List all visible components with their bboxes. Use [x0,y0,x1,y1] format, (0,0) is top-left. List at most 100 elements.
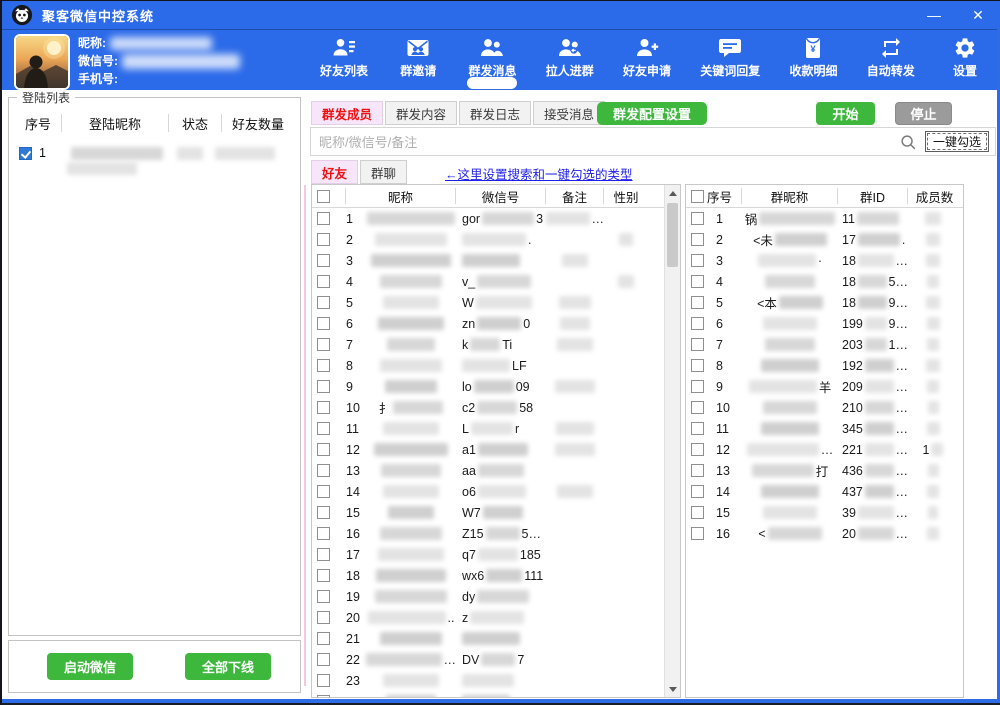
type-hint-link[interactable]: ←这里设置搜索和一键勾选的类型 [445,164,633,183]
friend-row-checkbox[interactable] [317,527,330,540]
friend-row-4[interactable]: 4v_ [312,271,680,292]
group-row-5[interactable]: 5<本189… [686,292,963,313]
group-row-checkbox[interactable] [691,380,704,393]
search-icon[interactable] [899,133,917,151]
friend-row-21[interactable]: 21 [312,628,680,649]
friend-row-checkbox[interactable] [317,317,330,330]
friend-row-checkbox[interactable] [317,464,330,477]
tab-mass-1[interactable]: 群发成员 [311,101,383,125]
friend-row-checkbox[interactable] [317,233,330,246]
search-input[interactable]: 昵称/微信号/备注 [319,132,417,151]
friend-row-checkbox[interactable] [317,212,330,225]
friend-row-checkbox[interactable] [317,653,330,666]
friend-row-23[interactable]: 23 [312,670,680,691]
nav-item-7[interactable]: ¥收款明细 [789,34,837,79]
group-row-checkbox[interactable] [691,254,704,267]
group-row-checkbox[interactable] [691,527,704,540]
subtab-type-2[interactable]: 群聊 [360,160,407,184]
friend-row-24[interactable]: 24 [312,691,680,698]
friends-scrollbar[interactable] [664,185,680,697]
friend-row-8[interactable]: 8LF [312,355,680,376]
nav-item-8[interactable]: 自动转发 [867,34,915,79]
group-row-8[interactable]: 8192… [686,355,963,376]
friend-row-checkbox[interactable] [317,548,330,561]
group-row-11[interactable]: 11345… [686,418,963,439]
scroll-down-icon[interactable] [665,681,680,697]
friend-row-checkbox[interactable] [317,485,330,498]
friend-row-checkbox[interactable] [317,569,330,582]
subtab-type-1[interactable]: 好友 [311,160,358,184]
friend-row-17[interactable]: 17q7185 [312,544,680,565]
friend-row-1[interactable]: 1gor3… [312,208,680,229]
group-row-10[interactable]: 10210… [686,397,963,418]
friend-row-12[interactable]: 12a1 [312,439,680,460]
scroll-up-icon[interactable] [665,185,680,201]
one-click-check-button[interactable]: 一键勾选 [925,131,989,152]
friend-row-18[interactable]: 18wx6111 [312,565,680,586]
group-row-checkbox[interactable] [691,401,704,414]
group-row-1[interactable]: 1锅11 [686,208,963,229]
start-wechat-button[interactable]: 启动微信 [47,653,133,680]
friend-row-checkbox[interactable] [317,611,330,624]
group-row-checkbox[interactable] [691,317,704,330]
friend-row-15[interactable]: 15W7 [312,502,680,523]
friend-row-checkbox[interactable] [317,359,330,372]
all-offline-button[interactable]: 全部下线 [185,653,271,680]
group-row-checkbox[interactable] [691,359,704,372]
login-row-checkbox[interactable] [19,147,32,160]
group-row-checkbox[interactable] [691,485,704,498]
nav-item-4[interactable]: 拉人进群 [546,34,594,79]
friend-row-checkbox[interactable] [317,422,330,435]
nav-item-1[interactable]: 好友列表 [320,34,368,79]
group-row-14[interactable]: 14437… [686,481,963,502]
group-row-16[interactable]: 16<20… [686,523,963,544]
group-row-9[interactable]: 9羊209… [686,376,963,397]
tab-mass-4[interactable]: 接受消息 [533,101,605,125]
friend-row-checkbox[interactable] [317,380,330,393]
nav-item-2[interactable]: 群邀请 [397,34,439,79]
group-row-checkbox[interactable] [691,233,704,246]
group-row-2[interactable]: 2<未17. [686,229,963,250]
group-row-3[interactable]: 3·18… [686,250,963,271]
friend-row-16[interactable]: 16Z155… [312,523,680,544]
login-row[interactable]: 1 [15,142,294,164]
group-row-checkbox[interactable] [691,506,704,519]
friend-row-22[interactable]: 22…DV7 [312,649,680,670]
friend-row-checkbox[interactable] [317,506,330,519]
group-row-4[interactable]: 4185… [686,271,963,292]
search-bar[interactable]: 昵称/微信号/备注 一键勾选 [310,127,996,156]
groups-select-all-checkbox[interactable] [691,190,704,203]
friend-row-19[interactable]: 19dy [312,586,680,607]
mass-config-button[interactable]: 群发配置设置 [597,102,707,125]
friend-row-20[interactable]: 20..z [312,607,680,628]
group-row-6[interactable]: 61999… [686,313,963,334]
friend-row-10[interactable]: 10扌c258 [312,397,680,418]
group-row-checkbox[interactable] [691,296,704,309]
nav-item-3[interactable]: 群发消息 [468,34,516,79]
nav-item-5[interactable]: 好友申请 [623,34,671,79]
friend-row-5[interactable]: 5W [312,292,680,313]
tab-mass-3[interactable]: 群发日志 [459,101,531,125]
stop-button[interactable]: 停止 [895,102,952,125]
friend-row-11[interactable]: 11Lr [312,418,680,439]
friend-row-checkbox[interactable] [317,401,330,414]
friend-row-checkbox[interactable] [317,443,330,456]
group-row-checkbox[interactable] [691,275,704,288]
friend-row-2[interactable]: 2. [312,229,680,250]
friend-row-checkbox[interactable] [317,695,330,698]
friend-row-13[interactable]: 13aa [312,460,680,481]
group-row-checkbox[interactable] [691,422,704,435]
friend-row-checkbox[interactable] [317,674,330,687]
friend-row-checkbox[interactable] [317,590,330,603]
nav-item-9[interactable]: 设置 [944,34,986,79]
friends-scrollbar-thumb[interactable] [667,203,678,267]
close-button[interactable]: ✕ [956,1,1000,29]
friend-row-9[interactable]: 9lo09 [312,376,680,397]
start-button[interactable]: 开始 [816,102,875,125]
friend-row-checkbox[interactable] [317,275,330,288]
friend-row-checkbox[interactable] [317,296,330,309]
friend-row-7[interactable]: 7kTi [312,334,680,355]
friend-row-checkbox[interactable] [317,254,330,267]
friend-row-checkbox[interactable] [317,632,330,645]
group-row-13[interactable]: 13打436… [686,460,963,481]
